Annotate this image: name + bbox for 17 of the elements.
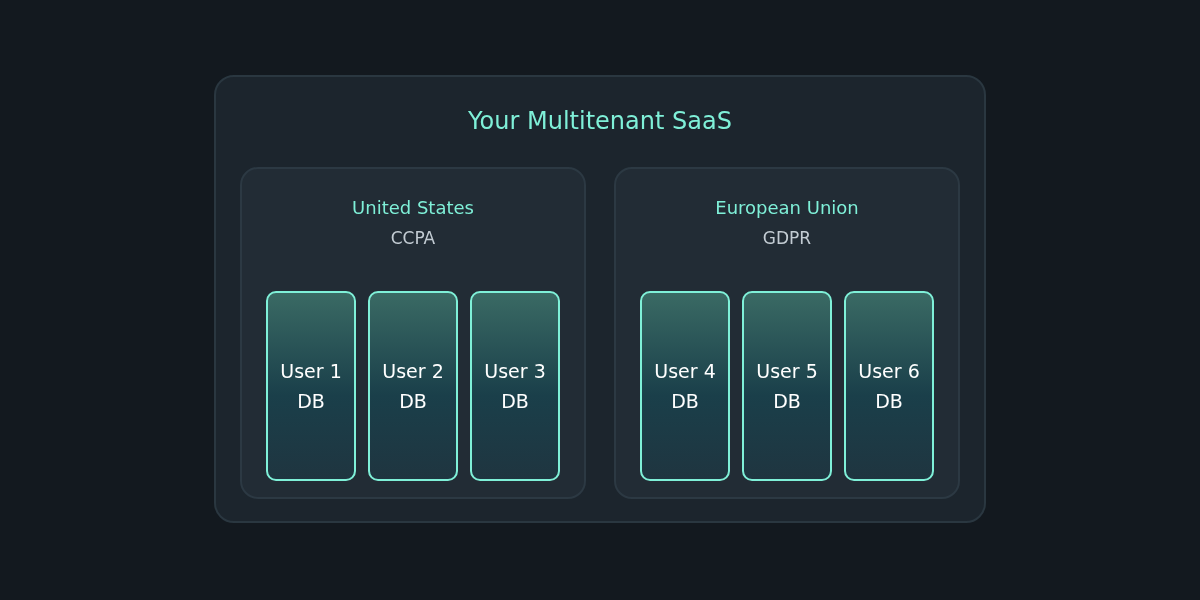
database-label: User 6	[858, 359, 920, 383]
database-label: User 3	[484, 359, 546, 383]
regulation-label: GDPR	[762, 227, 812, 250]
database-sublabel: DB	[399, 389, 427, 413]
regulation-label: CCPA	[390, 227, 436, 250]
database-label: User 5	[756, 359, 818, 383]
database-sublabel: DB	[501, 389, 529, 413]
region-name: European Union	[715, 196, 859, 220]
database-label: User 1	[280, 359, 342, 383]
panel-title: Your Multitenant SaaS	[468, 106, 732, 137]
database-label: User 2	[382, 359, 444, 383]
region-name: United States	[352, 196, 474, 220]
database-sublabel: DB	[297, 389, 325, 413]
database-sublabel: DB	[671, 389, 699, 413]
database-sublabel: DB	[875, 389, 903, 413]
database-sublabel: DB	[773, 389, 801, 413]
database-label: User 4	[654, 359, 716, 383]
